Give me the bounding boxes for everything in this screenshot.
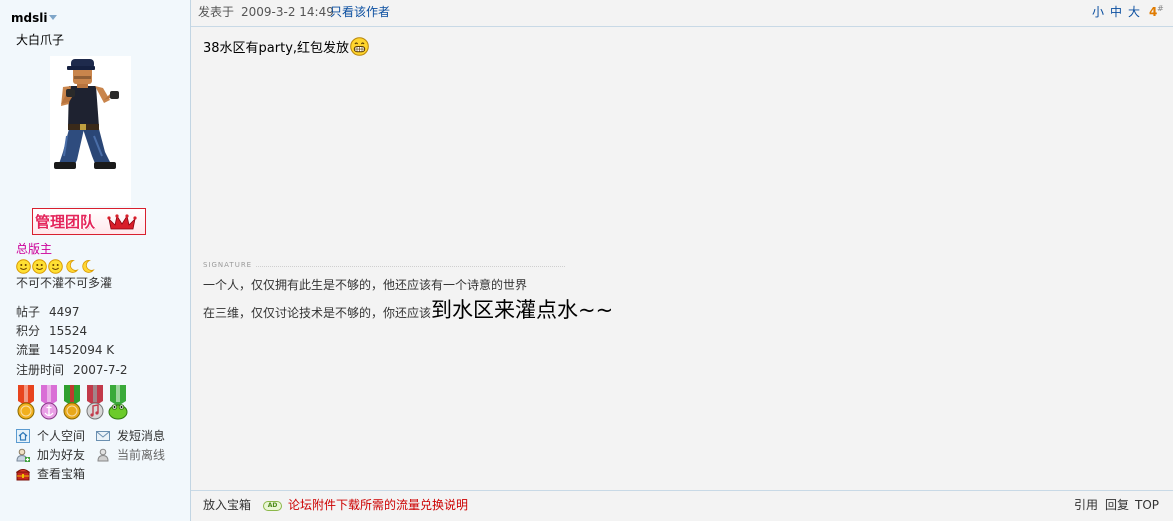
mail-icon: [96, 431, 110, 441]
stat-value: 1452094 K: [49, 343, 115, 357]
stat-points: 积分 15524: [16, 324, 87, 338]
only-author-link[interactable]: 只看该作者: [330, 5, 390, 19]
add-to-treasure-box-button[interactable]: 放入宝箱: [203, 498, 251, 512]
floor-suffix: #: [1157, 4, 1164, 13]
medal-icon[interactable]: [61, 385, 83, 421]
signature-line-2: 在三维，仅仅讨论技术是不够的，你还应该 到水区来灌点水~~: [203, 297, 613, 326]
group-badge: 管理团队: [32, 208, 146, 235]
personal-space-link[interactable]: 个人空间: [16, 429, 85, 443]
font-size-large[interactable]: 大: [1128, 5, 1140, 19]
posted-time: 2009-3-2 14:49: [241, 5, 334, 19]
moon-icon: [82, 260, 95, 273]
post-panel: 发表于 2009-3-2 14:49 只看该作者 小 中 大 4 # 38水区有…: [191, 0, 1173, 521]
smiley-icon: [32, 259, 47, 274]
post-action-bar: 放入宝箱 AD 论坛附件下载所需的流量兑换说明 引用 回复 TOP: [191, 490, 1173, 521]
personal-space-label[interactable]: 个人空间: [37, 429, 85, 443]
stat-traffic: 流量 1452094 K: [16, 343, 114, 357]
add-friend-label[interactable]: 加为好友: [37, 448, 85, 462]
stat-label: 注册时间: [16, 363, 65, 377]
author-username[interactable]: mdsli: [11, 11, 58, 25]
online-status-label: 当前离线: [117, 448, 166, 462]
view-treasure-box-link[interactable]: 查看宝箱: [16, 467, 85, 481]
signature-line-2-small: 在三维，仅仅讨论技术是不够的，你还应该: [203, 306, 432, 320]
treasure-box-icon: [16, 469, 30, 481]
medal-icon[interactable]: [38, 385, 60, 421]
ad-link[interactable]: 论坛附件下载所需的流量兑换说明: [288, 498, 468, 512]
post-text: 38水区有party,红包发放: [203, 41, 350, 56]
chevron-down-icon[interactable]: [49, 15, 58, 20]
medal-icon[interactable]: [107, 385, 129, 421]
add-friend-icon: [16, 448, 30, 462]
rank-icons: [16, 259, 95, 274]
font-size-medium[interactable]: 中: [1110, 5, 1122, 19]
ad-badge: AD: [263, 501, 282, 511]
post-meta-bar: 发表于 2009-3-2 14:49 只看该作者 小 中 大 4 #: [191, 0, 1173, 27]
posted-prefix: 发表于: [198, 5, 235, 19]
add-friend-link[interactable]: 加为好友: [16, 448, 85, 462]
grin-icon: [350, 37, 369, 56]
signature-line-1: 一个人，仅仅拥有此生是不够的，他还应该有一个诗意的世界: [203, 278, 528, 292]
stat-posts: 帖子 4497: [16, 305, 80, 319]
medal-icon[interactable]: [84, 385, 106, 421]
avatar-image: [50, 56, 131, 206]
medal-icon[interactable]: [15, 385, 37, 421]
home-icon: [16, 429, 30, 443]
stat-label: 流量: [16, 343, 41, 357]
author-motto: 不可不灌不可多灌: [16, 276, 113, 290]
quote-button[interactable]: 引用: [1074, 498, 1098, 512]
avatar[interactable]: [50, 56, 131, 206]
author-custom-title: 大白爪子: [16, 33, 65, 47]
send-message-label[interactable]: 发短消息: [117, 429, 165, 443]
group-name[interactable]: 总版主: [16, 242, 52, 256]
view-treasure-box-label[interactable]: 查看宝箱: [37, 467, 85, 481]
stat-value: 15524: [49, 324, 88, 338]
back-to-top-button[interactable]: TOP: [1135, 498, 1159, 512]
smiley-icon: [16, 259, 31, 274]
signature-label: SIGNATURE: [203, 261, 257, 270]
post-content: 38水区有party,红包发放: [203, 37, 369, 58]
reply-button[interactable]: 回复: [1105, 498, 1129, 512]
smiley-icon: [48, 259, 63, 274]
font-size-small[interactable]: 小: [1092, 5, 1104, 19]
author-sidebar: mdsli 大白爪子 管理团队 总版主 不可不灌不可多灌 帖子 4497 积分 …: [0, 0, 191, 521]
moon-icon: [66, 260, 79, 273]
stat-registered: 注册时间 2007-7-2: [16, 363, 127, 377]
group-badge-text: 管理团队: [35, 212, 96, 231]
signature-line-2-large: 到水区来灌点水~~: [431, 298, 614, 322]
online-status: 当前离线: [96, 448, 165, 462]
stat-value: 2007-7-2: [73, 363, 128, 377]
send-message-link[interactable]: 发短消息: [96, 429, 165, 443]
crown-icon: [107, 213, 137, 229]
signature-divider: [203, 266, 565, 267]
stat-value: 4497: [49, 305, 80, 319]
offline-icon: [97, 448, 109, 462]
stat-label: 积分: [16, 324, 41, 338]
medal-list: [15, 385, 129, 421]
username-text[interactable]: mdsli: [11, 11, 47, 25]
stat-label: 帖子: [16, 305, 41, 319]
